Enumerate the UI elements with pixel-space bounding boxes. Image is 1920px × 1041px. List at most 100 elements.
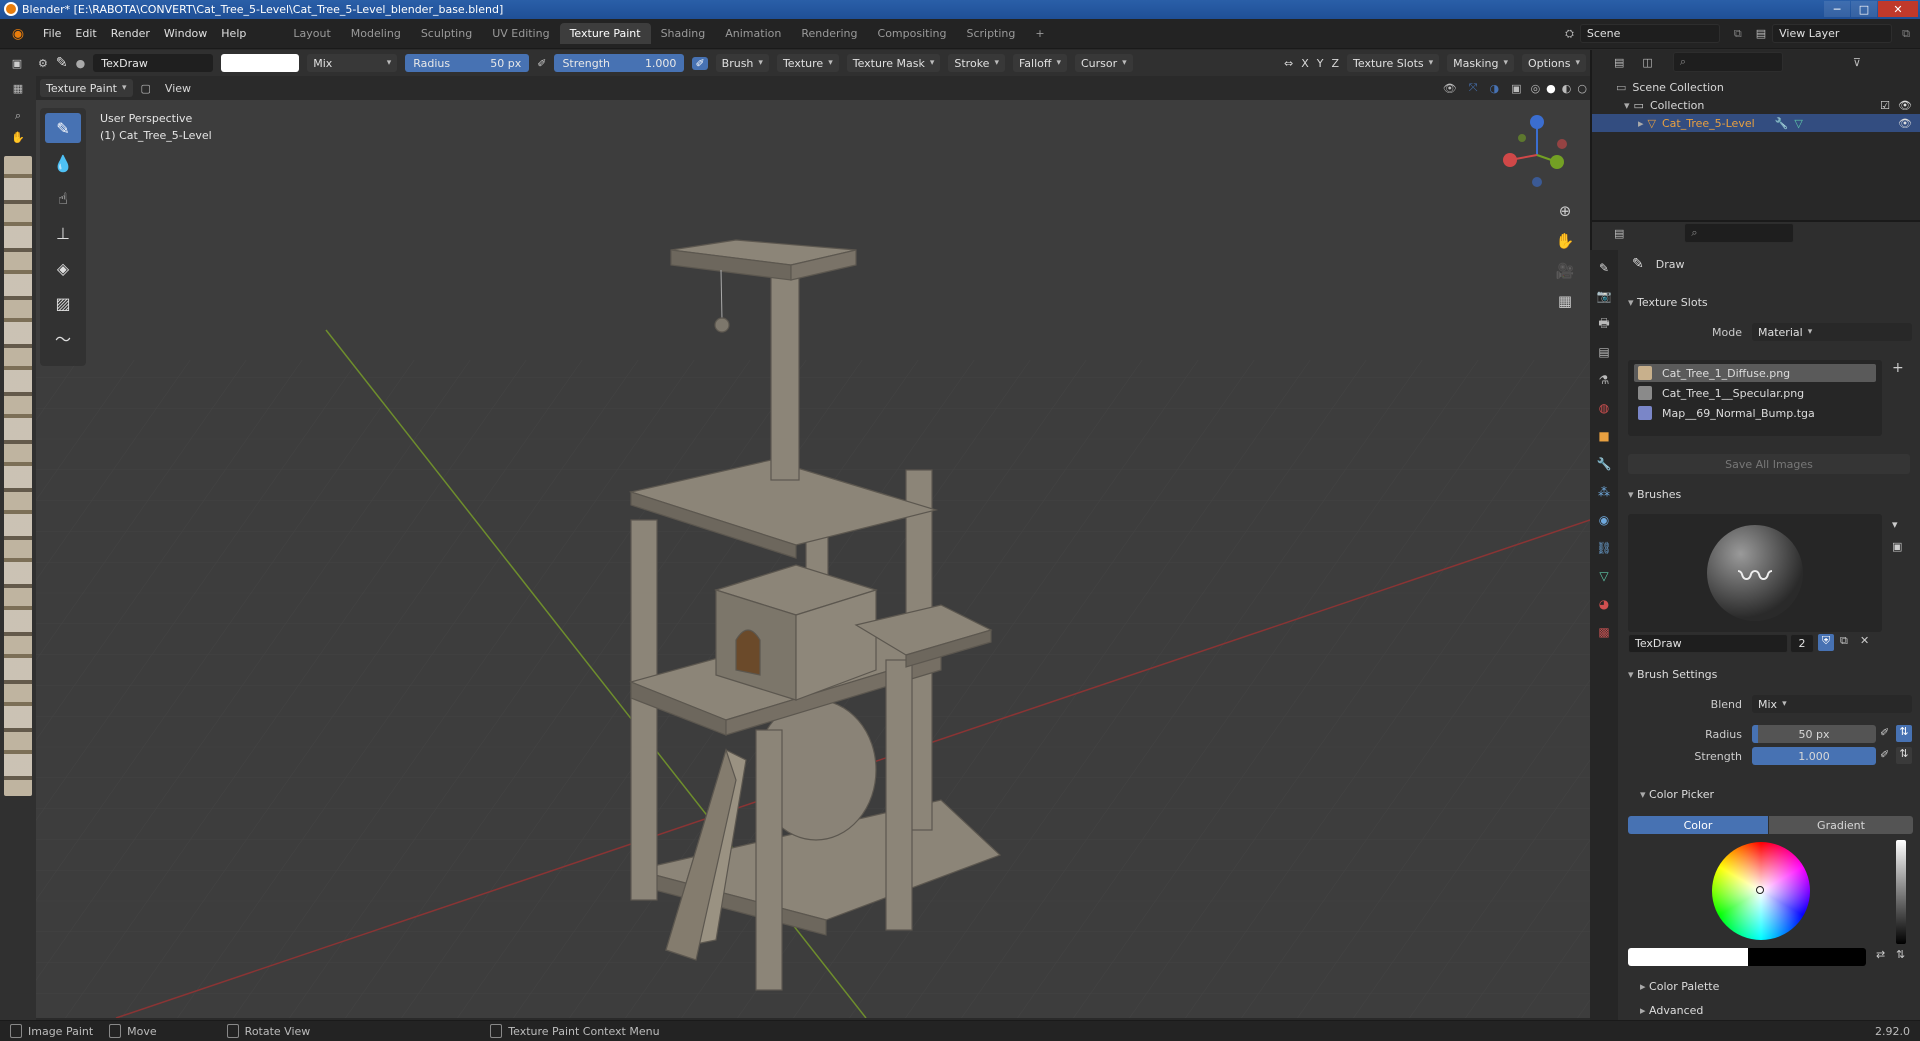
modifier-tab-icon[interactable]: 🔧 <box>1594 454 1614 474</box>
collection-label[interactable]: Collection <box>1650 99 1704 112</box>
properties-search-input[interactable]: ⌕ <box>1684 223 1795 243</box>
scene-collection-label[interactable]: Scene Collection <box>1632 81 1723 94</box>
scene-field[interactable]: Scene <box>1579 24 1720 43</box>
outliner-filter-icon[interactable]: ⊽ <box>1853 56 1861 69</box>
constraints-tab-icon[interactable]: ⛓ <box>1594 538 1614 558</box>
blend-mode-dropdown[interactable]: Mix <box>307 54 398 72</box>
soften-tool-icon[interactable]: 💧 <box>45 148 81 178</box>
brush-settings-header[interactable]: Brush Settings <box>1628 668 1717 681</box>
scene-icon[interactable]: ⛭ <box>1565 27 1574 41</box>
texture-slot-item[interactable]: Map__69_Normal_Bump.tga <box>1634 404 1876 422</box>
ortho-toggle-icon[interactable]: ▦ <box>1554 286 1576 316</box>
secondary-color-swatch[interactable] <box>1748 948 1866 966</box>
brush-color-swatch[interactable] <box>221 54 300 72</box>
collection-visibility-icon[interactable]: 👁 <box>1898 99 1912 112</box>
tab-layout[interactable]: Layout <box>283 23 340 44</box>
mirror-z-toggle[interactable]: Z <box>1331 57 1339 70</box>
menu-help[interactable]: Help <box>214 27 253 40</box>
tab-scripting[interactable]: Scripting <box>956 23 1025 44</box>
scene-tab-icon[interactable]: ⚗ <box>1594 370 1614 390</box>
tab-rendering[interactable]: Rendering <box>791 23 867 44</box>
menu-file[interactable]: File <box>36 27 68 40</box>
visibility-icon[interactable]: 👁 <box>1443 82 1457 95</box>
object-expand-icon[interactable]: ▸ <box>1638 117 1644 130</box>
brush-list-expand-icon[interactable]: ▾ <box>1892 518 1898 531</box>
world-tab-icon[interactable]: ◍ <box>1594 398 1614 418</box>
tab-uv-editing[interactable]: UV Editing <box>482 23 559 44</box>
object-visibility-icon[interactable]: 👁 <box>1898 117 1912 130</box>
object-tab-icon[interactable]: ■ <box>1594 426 1614 446</box>
falloff-menu[interactable]: Falloff <box>1012 54 1067 72</box>
stroke-menu[interactable]: Stroke <box>948 54 1005 72</box>
tab-compositing[interactable]: Compositing <box>868 23 957 44</box>
strength-pressure-icon[interactable]: ✐ <box>692 56 708 70</box>
close-button[interactable]: ✕ <box>1878 1 1918 17</box>
editor-grid-icon[interactable]: ▦ <box>0 82 36 95</box>
mode-dropdown[interactable]: Texture Paint <box>40 79 133 97</box>
duplicate-brush-icon[interactable]: ⧉ <box>1840 634 1848 648</box>
texture-slot-item[interactable]: Cat_Tree_1_Diffuse.png <box>1634 364 1876 382</box>
color-wheel-cursor[interactable] <box>1756 886 1764 894</box>
wireframe-shading-icon[interactable]: ◎ <box>1531 82 1541 95</box>
strength-settings-slider[interactable]: 1.000 <box>1752 747 1876 765</box>
material-shading-icon[interactable]: ◐ <box>1562 82 1572 95</box>
menu-window[interactable]: Window <box>157 27 214 40</box>
zoom-view-icon[interactable]: ⊕ <box>1554 196 1576 226</box>
mirror-x-toggle[interactable]: X <box>1301 57 1309 70</box>
rendered-shading-icon[interactable]: ○ <box>1577 82 1587 95</box>
menu-render[interactable]: Render <box>104 27 157 40</box>
fake-user-shield-icon[interactable]: ⛨ <box>1818 634 1834 651</box>
fake-user-icon[interactable]: ● <box>76 57 86 70</box>
editor-type-icon[interactable]: ▣ <box>4 57 30 70</box>
primary-color-swatch[interactable] <box>1628 948 1748 966</box>
mode-dropdown-material[interactable]: Material <box>1752 323 1912 341</box>
brush-name-field[interactable]: TexDraw <box>93 54 214 72</box>
output-tab-icon[interactable]: 🖶 <box>1594 314 1614 334</box>
view-menu[interactable]: View <box>165 82 191 95</box>
swap-colors-icon[interactable]: ⇄ <box>1876 948 1885 961</box>
radius-slider[interactable]: Radius 50 px <box>405 54 530 72</box>
view-layer-tab-icon[interactable]: ▤ <box>1594 342 1614 362</box>
particles-tab-icon[interactable]: ⁂ <box>1594 482 1614 502</box>
view-layer-icon[interactable]: ▤ <box>1756 27 1766 40</box>
radius-settings-slider[interactable]: 50 px <box>1752 725 1876 743</box>
add-workspace-icon[interactable]: + <box>1025 23 1054 44</box>
radius-pressure-toggle-icon[interactable]: ✐ <box>1880 726 1889 739</box>
texture-slot-item[interactable]: Cat_Tree_1__Specular.png <box>1634 384 1876 402</box>
texture-mask-menu[interactable]: Texture Mask <box>846 54 941 72</box>
texture-slots-header[interactable]: Texture Slots <box>1628 296 1708 309</box>
unified-color-icon[interactable]: ⇅ <box>1896 948 1905 961</box>
annotate-tool-icon[interactable]: 〜 <box>45 323 81 353</box>
mask-tool-icon[interactable]: ▨ <box>45 288 81 318</box>
maximize-button[interactable]: □ <box>1851 1 1877 17</box>
color-picker-header[interactable]: Color Picker <box>1640 788 1714 801</box>
overlay-icon[interactable]: ◑ <box>1490 82 1500 95</box>
zoom-icon[interactable]: ⌕ <box>0 109 36 123</box>
tool-settings-icon[interactable]: ⚙ <box>38 57 48 70</box>
solid-shading-icon[interactable]: ● <box>1546 82 1556 95</box>
color-wheel[interactable] <box>1712 842 1810 940</box>
brush-name-input[interactable]: TexDraw <box>1628 634 1788 653</box>
unlink-brush-icon[interactable]: ✕ <box>1860 634 1869 647</box>
strength-slider[interactable]: Strength 1.000 <box>554 54 685 72</box>
xray-icon[interactable]: ▣ <box>1511 82 1521 95</box>
outliner-search-input[interactable]: ⌕ <box>1672 52 1783 72</box>
render-tab-icon[interactable]: 📷 <box>1594 286 1614 306</box>
pan-view-icon[interactable]: ✋ <box>1554 226 1576 256</box>
camera-view-icon[interactable]: 🎥 <box>1554 256 1576 286</box>
fill-tool-icon[interactable]: ◈ <box>45 253 81 283</box>
strength-unified-toggle-icon[interactable]: ⇅ <box>1896 747 1912 764</box>
clone-tool-icon[interactable]: ⊥ <box>45 218 81 248</box>
blender-menu-icon[interactable]: ◉ <box>6 22 30 46</box>
add-slot-icon[interactable]: + <box>1892 360 1904 376</box>
navigation-gizmo[interactable] <box>1492 110 1582 200</box>
texture-menu[interactable]: Texture <box>776 54 839 72</box>
brushes-header[interactable]: Brushes <box>1628 488 1681 501</box>
physics-tab-icon[interactable]: ◉ <box>1594 510 1614 530</box>
brush-preview[interactable]: 〰 <box>1628 514 1882 632</box>
tab-sculpting[interactable]: Sculpting <box>411 23 482 44</box>
color-palette-header[interactable]: ▸ Color Palette <box>1640 980 1719 993</box>
radius-unified-toggle-icon[interactable]: ⇅ <box>1896 725 1912 742</box>
outliner-editor-icon[interactable]: ▤ <box>1614 56 1624 69</box>
cursor-menu[interactable]: Cursor <box>1075 54 1133 72</box>
